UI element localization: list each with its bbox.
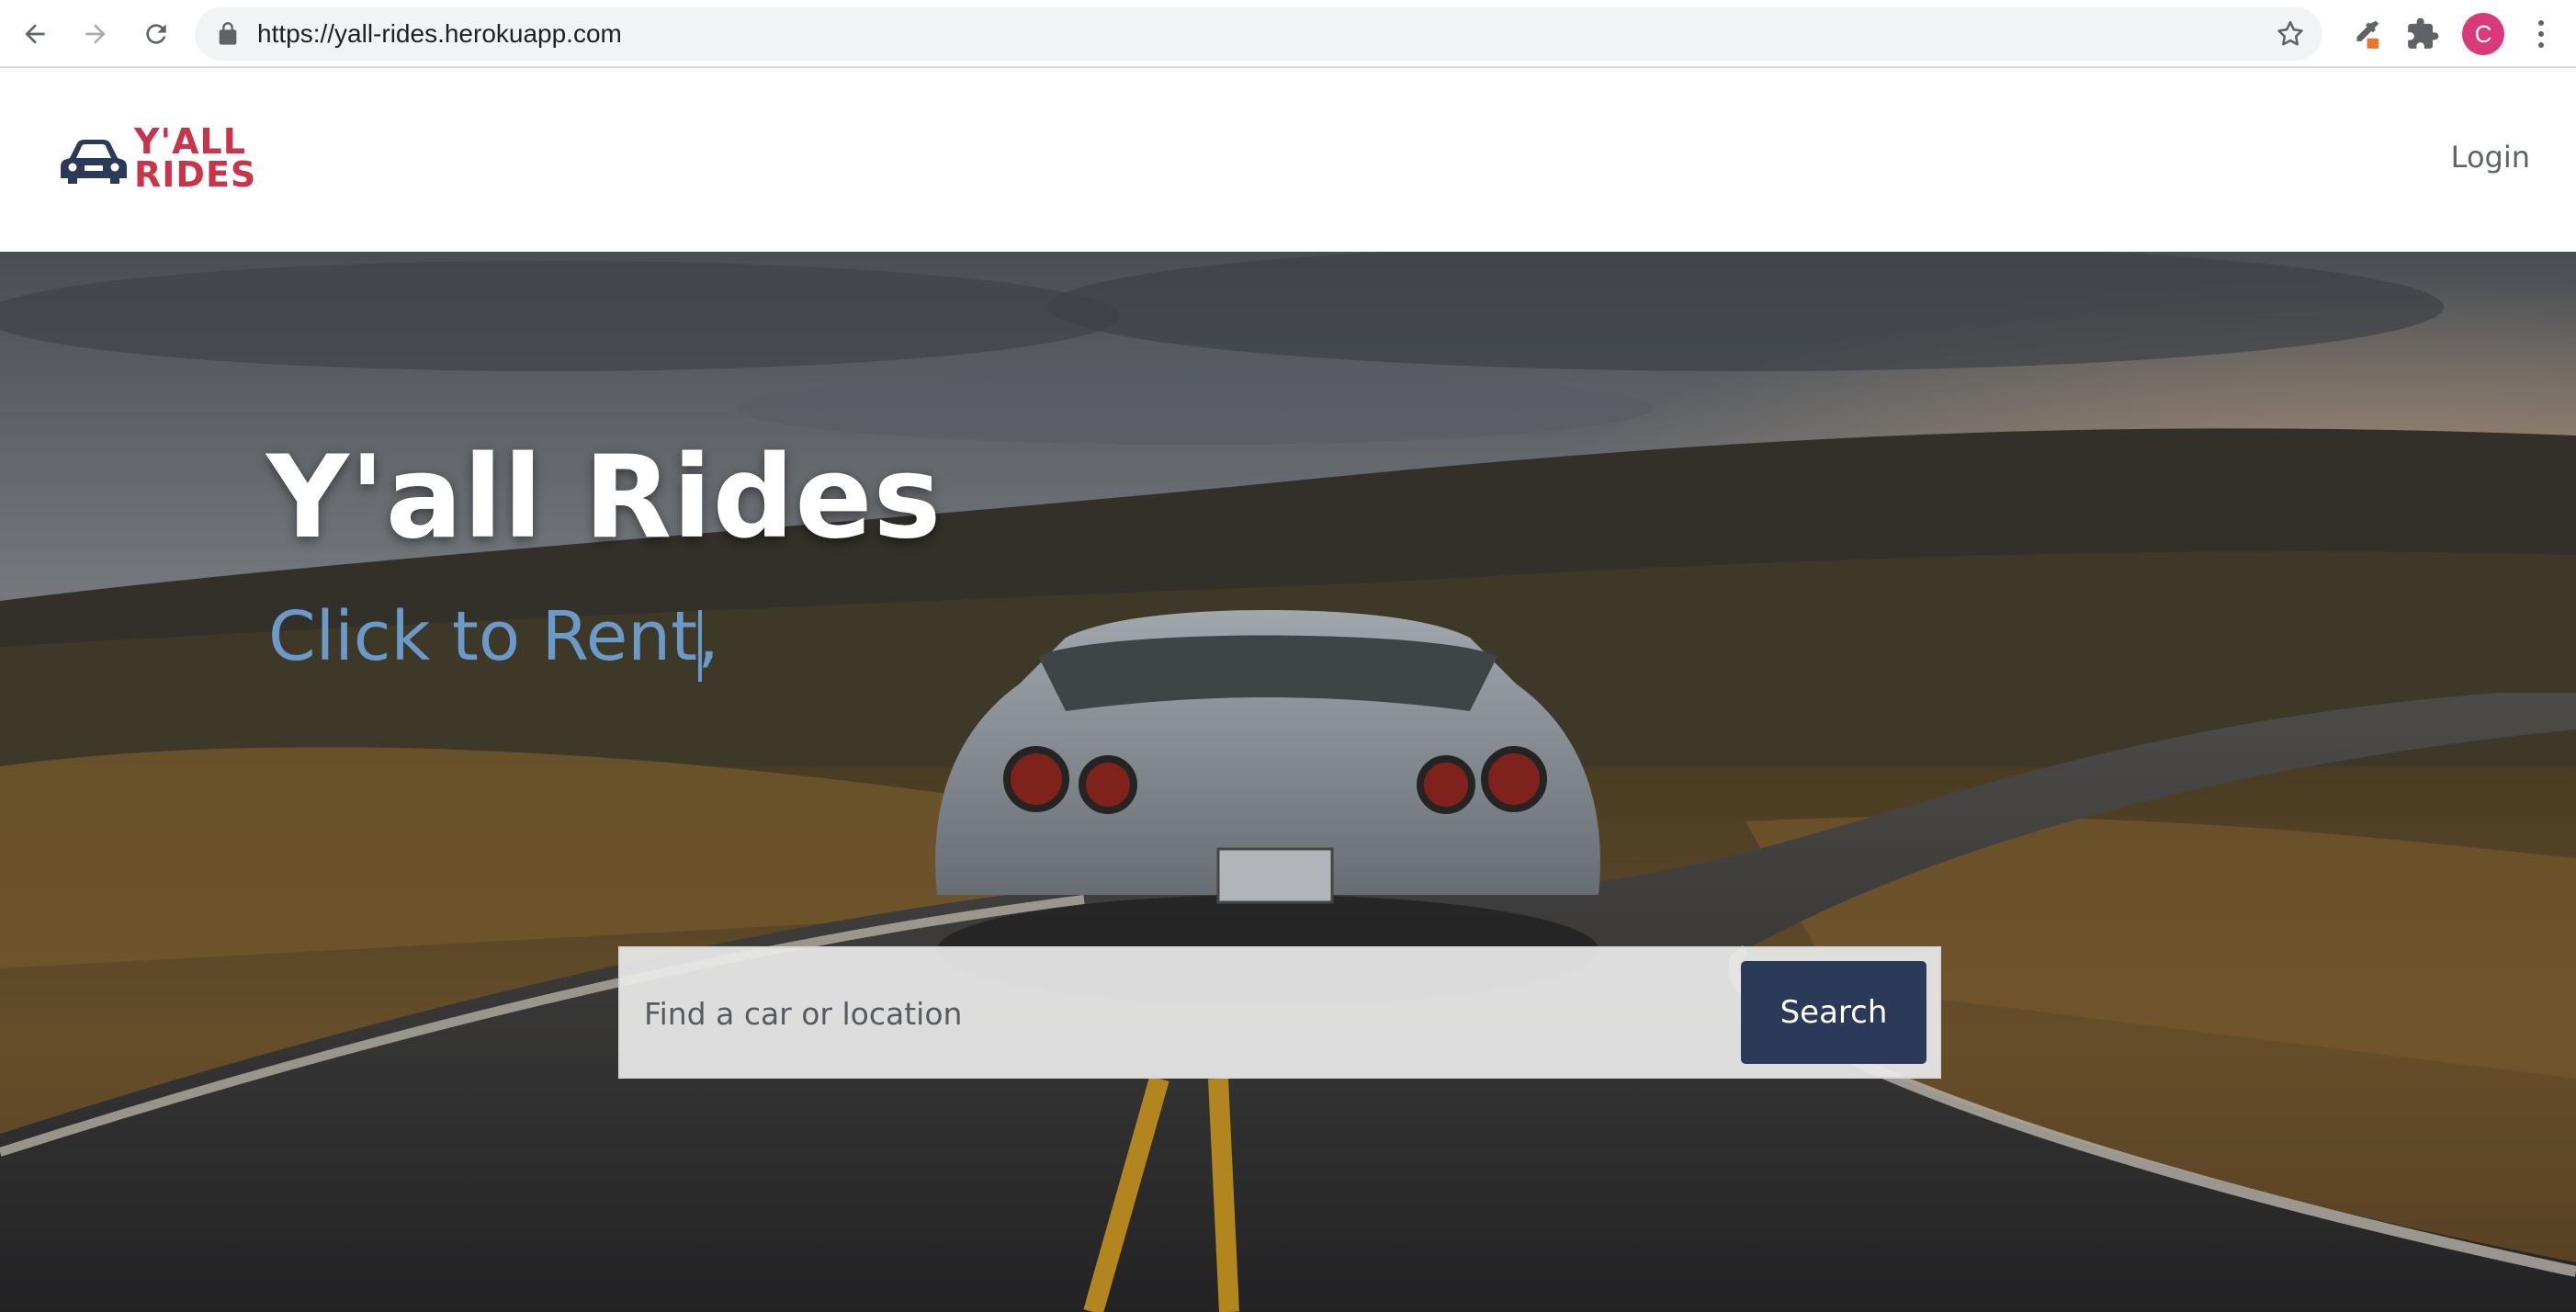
extensions-puzzle-icon [2408,17,2439,49]
forward-button[interactable] [73,12,118,56]
eyedropper-extension-button[interactable] [2344,13,2387,55]
back-button[interactable] [13,12,57,56]
bookmark-star-icon[interactable] [2275,18,2306,50]
login-link[interactable]: Login [2451,140,2530,175]
site-navbar: Y'ALL RIDES Login [0,68,2576,252]
extensions-button[interactable] [2401,13,2444,55]
car-logo-icon [61,140,127,184]
profile-avatar[interactable]: C [2462,13,2504,55]
forward-icon [85,24,106,44]
search-input[interactable] [644,968,1609,1058]
url-text[interactable]: https://yall-rides.herokuapp.com [257,7,622,61]
browser-toolbar: https://yall-rides.herokuapp.com C [0,0,2576,68]
reload-icon [146,24,166,44]
logo-wordmark: Y'ALL RIDES [134,121,257,195]
address-bar[interactable]: https://yall-rides.herokuapp.com [195,7,2322,61]
hero-tagline: Click to Rent, [268,597,719,676]
back-icon [25,24,45,44]
kebab-menu-icon[interactable] [2523,13,2559,55]
hero-section: Y'all Rides Click to Rent, Search [0,252,2576,1312]
logo-line-1: Y'ALL [134,121,246,162]
site-logo[interactable]: Y'ALL RIDES [61,121,272,195]
logo-line-2: RIDES [134,154,257,195]
search-button[interactable]: Search [1741,961,1926,1064]
search-bar: Search [618,946,1941,1079]
hero-title: Y'all Rides [266,432,943,564]
eyedropper-extension-icon [2356,20,2379,49]
lock-icon [219,22,237,45]
reload-button[interactable] [134,12,178,56]
typing-cursor [698,610,702,682]
hero-background-image [0,252,2576,1312]
